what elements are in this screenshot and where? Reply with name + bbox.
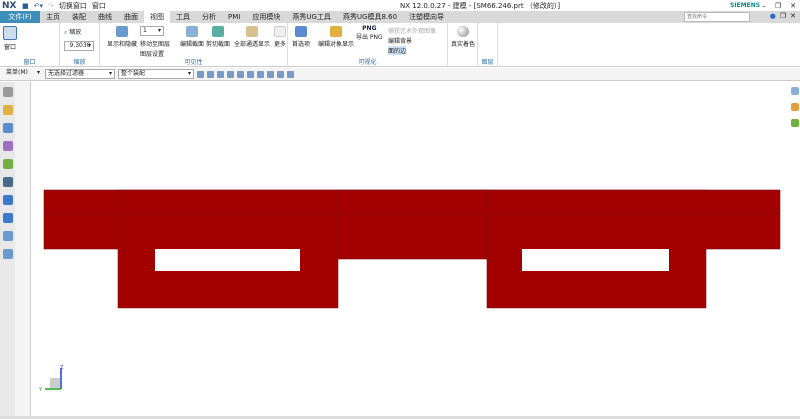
- slot-cutout-left: [155, 249, 300, 271]
- sheet-metal-part: [43, 189, 781, 309]
- wcs-triad: Z Y: [38, 365, 64, 393]
- z-axis-label: Z: [60, 365, 64, 371]
- graphics-window[interactable]: Z Y: [0, 0, 800, 419]
- slot-cutout-right: [522, 249, 669, 271]
- y-axis-label: Y: [38, 387, 43, 393]
